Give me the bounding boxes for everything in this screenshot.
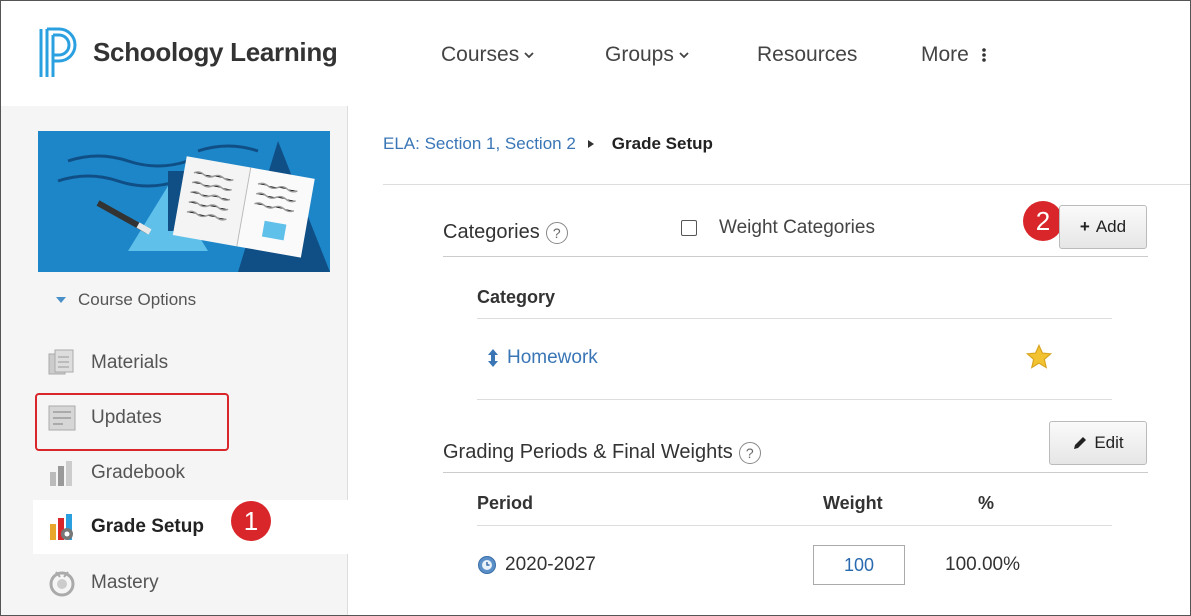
divider	[477, 318, 1112, 319]
top-nav: Schoology Learning Courses Groups Resour…	[1, 1, 1190, 106]
sidebar-item-gradebook[interactable]: Gradebook	[47, 458, 185, 488]
callout-badge-2: 2	[1023, 201, 1063, 241]
nav-groups[interactable]: Groups	[605, 43, 690, 67]
help-icon[interactable]: ?	[545, 221, 568, 244]
divider	[443, 472, 1148, 473]
gradebook-icon	[50, 461, 72, 486]
schoology-logo-icon[interactable]	[37, 27, 81, 84]
callout-badge-1: 1	[231, 501, 271, 541]
grading-periods-title: Grading Periods & Final Weights ?	[443, 441, 761, 464]
materials-icon	[48, 349, 74, 375]
divider	[477, 399, 1112, 400]
categories-title: Categories ?	[443, 221, 568, 244]
more-dots-icon	[982, 48, 986, 62]
category-name[interactable]: Homework	[507, 347, 598, 369]
sidebar-item-mastery[interactable]: Mastery	[47, 568, 159, 598]
category-column-header: Category	[477, 287, 556, 307]
nav-more-label: More	[921, 43, 969, 66]
add-category-button[interactable]: + Add	[1059, 205, 1147, 249]
course-options-toggle[interactable]: Course Options	[56, 290, 196, 310]
grade-setup-icon	[50, 514, 73, 540]
caret-down-icon	[56, 297, 66, 303]
brand-name[interactable]: Schoology Learning	[93, 37, 338, 68]
divider	[477, 525, 1112, 526]
drag-handle-icon[interactable]	[487, 348, 499, 368]
pencil-icon	[1074, 437, 1087, 449]
sidebar-item-label: Gradebook	[91, 462, 186, 483]
grading-periods-title-label: Grading Periods & Final Weights	[443, 441, 733, 463]
chevron-down-icon	[679, 52, 689, 59]
categories-title-label: Categories	[443, 221, 540, 243]
sidebar-item-materials[interactable]: Materials	[47, 348, 168, 378]
weight-column-header: Weight	[823, 493, 883, 513]
nav-resources-label: Resources	[757, 43, 858, 66]
weight-categories-checkbox[interactable]	[681, 220, 697, 236]
period-column-header: Period	[477, 493, 534, 513]
sidebar-item-label: Mastery	[91, 572, 159, 593]
percent-column-header: %	[978, 493, 995, 513]
period-name: 2020-2027	[505, 554, 596, 575]
nav-courses-label: Courses	[441, 43, 520, 66]
plus-icon: +	[1079, 217, 1090, 236]
course-banner-image	[38, 131, 330, 272]
category-row-homework[interactable]: Homework	[487, 347, 598, 369]
divider	[443, 256, 1148, 257]
edit-grading-periods-button[interactable]: Edit	[1049, 421, 1147, 465]
course-options-label: Course Options	[78, 290, 197, 309]
breadcrumb-arrow-icon	[587, 140, 594, 148]
sidebar-item-grade-setup[interactable]: Grade Setup	[33, 500, 351, 554]
chevron-down-icon	[524, 52, 534, 59]
divider	[383, 184, 1190, 185]
nav-groups-label: Groups	[605, 43, 674, 66]
grade-setup-highlight	[35, 393, 229, 451]
breadcrumb-parent-link[interactable]: ELA: Section 1, Section 2	[383, 134, 576, 154]
breadcrumb: ELA: Section 1, Section 2 Grade Setup	[383, 134, 713, 154]
period-weight-input[interactable]: 100	[813, 545, 905, 585]
clock-icon	[478, 556, 496, 574]
sidebar-item-label: Grade Setup	[91, 516, 204, 537]
nav-more[interactable]: More	[921, 43, 987, 67]
help-icon[interactable]: ?	[738, 441, 761, 464]
nav-resources[interactable]: Resources	[757, 43, 857, 67]
mastery-icon	[49, 571, 75, 597]
breadcrumb-current: Grade Setup	[611, 134, 713, 153]
weight-categories-toggle[interactable]: Weight Categories	[681, 217, 875, 239]
star-icon[interactable]	[1025, 343, 1053, 371]
weight-categories-label: Weight Categories	[719, 217, 875, 238]
sidebar: Course Options Materials Updates Gradebo…	[1, 106, 351, 615]
edit-button-label: Edit	[1094, 433, 1124, 452]
add-button-label: Add	[1095, 217, 1127, 236]
sidebar-item-label: Materials	[91, 352, 169, 373]
period-percent: 100.00%	[945, 554, 1021, 575]
grading-period-row: 2020-2027	[477, 554, 596, 576]
nav-courses[interactable]: Courses	[441, 43, 535, 67]
app-frame: Schoology Learning Courses Groups Resour…	[0, 0, 1191, 616]
